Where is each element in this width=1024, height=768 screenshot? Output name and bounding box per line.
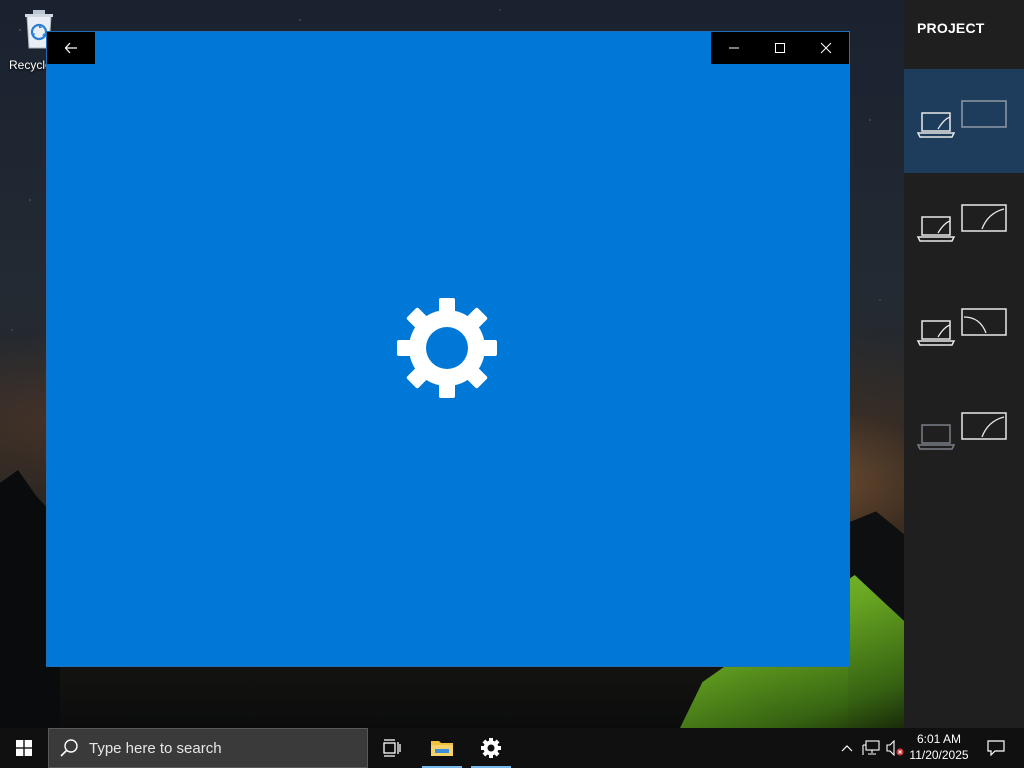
start-button[interactable] [0, 728, 48, 768]
window-controls [711, 32, 849, 64]
task-view-icon [383, 739, 401, 757]
notification-icon [987, 740, 1005, 756]
minimize-icon [729, 47, 739, 49]
folder-icon [431, 741, 453, 756]
extend-icon [916, 308, 1007, 346]
project-title: PROJECT [917, 20, 985, 36]
minimize-button[interactable] [711, 32, 757, 64]
project-pane: PROJECT [904, 0, 1024, 728]
project-option-pc-screen-only[interactable] [904, 69, 1024, 173]
chevron-up-icon [841, 745, 853, 752]
project-option-extend[interactable] [904, 277, 1024, 381]
settings-gear-icon [481, 738, 501, 758]
show-hidden-icons-button[interactable] [838, 728, 856, 768]
action-center-button[interactable] [976, 728, 1016, 768]
clock-time: 6:01 AM [916, 732, 962, 746]
duplicate-icon [916, 204, 1007, 242]
clock-date: 11/20/2025 [909, 748, 969, 762]
back-button[interactable] [47, 32, 95, 64]
back-arrow-icon [64, 42, 77, 54]
maximize-button[interactable] [757, 32, 803, 64]
volume-button[interactable] [884, 728, 906, 768]
close-icon [820, 42, 832, 54]
settings-taskbar-button[interactable] [467, 728, 515, 768]
pc-screen-only-icon [916, 100, 1007, 138]
maximize-icon [775, 43, 785, 53]
clock[interactable]: 6:01 AM 11/20/2025 [906, 731, 972, 765]
close-button[interactable] [803, 32, 849, 64]
volume-muted-icon [886, 740, 904, 756]
file-explorer-button[interactable] [418, 728, 466, 768]
search-box[interactable]: Type here to search [48, 728, 368, 768]
project-option-duplicate[interactable] [904, 173, 1024, 277]
task-view-button[interactable] [368, 728, 416, 768]
network-button[interactable] [860, 728, 882, 768]
taskbar: Type here to search 6:01 AM 11/20/2025 [0, 728, 1024, 768]
windows-logo-icon [16, 740, 32, 756]
settings-app-window [47, 32, 849, 666]
second-screen-only-icon [916, 412, 1007, 450]
search-icon [60, 739, 78, 757]
search-placeholder: Type here to search [89, 739, 222, 757]
project-option-second-screen-only[interactable] [904, 381, 1024, 485]
gear-icon [397, 298, 497, 398]
network-icon [862, 740, 880, 755]
